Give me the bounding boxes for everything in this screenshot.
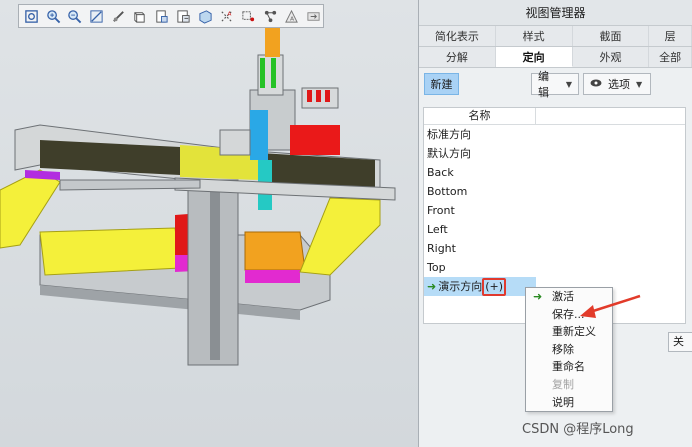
zoom-out-icon[interactable]	[65, 7, 84, 25]
model-viewport[interactable]: A A	[0, 0, 418, 447]
axis-display-icon[interactable]: A	[217, 7, 236, 25]
edit-dropdown[interactable]: 编辑 ▼	[531, 70, 579, 99]
list-item[interactable]: Bottom	[424, 182, 536, 201]
watermark: CSDN @程序Long	[522, 422, 634, 437]
list-item[interactable]: Front	[424, 201, 536, 220]
svg-text:A: A	[228, 11, 232, 17]
options-label: 选项	[608, 78, 630, 91]
list-item[interactable]: Right	[424, 239, 536, 258]
modified-marker: (+)	[482, 278, 507, 296]
chevron-down-icon: ▼	[636, 79, 643, 89]
list-item[interactable]: 默认方向	[424, 144, 536, 163]
tab-style[interactable]: 样式	[496, 26, 573, 46]
plane-display-icon[interactable]	[196, 7, 215, 25]
list-item[interactable]: 标准方向	[424, 125, 536, 144]
name-column-header[interactable]: 名称	[424, 108, 536, 124]
menu-item-remove[interactable]: 移除	[526, 341, 612, 359]
list-item[interactable]: Left	[424, 220, 536, 239]
3d-gantry-model[interactable]	[0, 0, 418, 447]
menu-item-copy: 复制	[552, 377, 574, 391]
edit-label: 编辑	[538, 70, 549, 99]
active-arrow-icon: ➜	[427, 280, 437, 293]
chevron-down-icon: ▼	[565, 79, 572, 89]
new-button[interactable]: 新建	[424, 73, 459, 95]
tabs-row-1: 简化表示 样式 截面 层	[419, 26, 692, 47]
tab-simplified-rep[interactable]: 简化表示	[419, 26, 496, 46]
zoom-in-icon[interactable]	[44, 7, 63, 25]
eye-icon	[590, 78, 602, 91]
menu-item-rename[interactable]: 重命名	[526, 358, 612, 376]
menu-item-redefine[interactable]: 重新定义	[526, 323, 612, 341]
list-item[interactable]: Top	[424, 258, 536, 277]
saved-views-icon[interactable]	[152, 7, 171, 25]
menu-item-label: 激活	[552, 290, 574, 303]
activate-arrow-icon: ➜	[533, 290, 543, 303]
display-style-icon[interactable]	[131, 7, 150, 25]
panel-title: 视图管理器	[419, 0, 692, 26]
tab-layer[interactable]: 层	[649, 26, 692, 46]
point-display-icon[interactable]	[239, 7, 258, 25]
tabs-row-2: 分解 定向 外观 全部	[419, 47, 692, 68]
list-item-selected[interactable]: ➜ 演示方向 (+)	[424, 277, 536, 296]
context-menu: ➜ 激活 保存... 重新定义 移除 重命名 复制 说明	[525, 287, 613, 412]
tab-explode[interactable]: 分解	[419, 47, 496, 67]
tab-orient[interactable]: 定向	[495, 47, 573, 67]
menu-item-activate[interactable]: ➜ 激活	[526, 288, 612, 306]
action-row: 新建 编辑 ▼ 选项 ▼	[419, 68, 692, 100]
options-dropdown[interactable]: 选项 ▼	[583, 73, 651, 95]
close-button[interactable]: 关	[668, 332, 692, 352]
selected-item-label: 演示方向	[438, 280, 483, 293]
view-manager-icon[interactable]	[174, 7, 193, 25]
tab-appearance[interactable]: 外观	[573, 47, 650, 67]
annotation-icon[interactable]: A	[283, 7, 302, 25]
list-item[interactable]: Back	[424, 163, 536, 182]
refit-icon[interactable]	[22, 7, 41, 25]
view-toolbar: A A	[18, 4, 324, 28]
tab-section[interactable]: 截面	[573, 26, 650, 46]
menu-item-description[interactable]: 说明	[526, 394, 612, 412]
list-header: 名称	[424, 108, 685, 125]
spin-center-icon[interactable]	[109, 7, 128, 25]
tab-all[interactable]: 全部	[649, 47, 692, 67]
spin-icon[interactable]	[304, 7, 323, 25]
csys-display-icon[interactable]	[261, 7, 280, 25]
repaint-icon[interactable]	[87, 7, 106, 25]
svg-text:A: A	[291, 16, 295, 22]
menu-item-save[interactable]: 保存...	[526, 306, 612, 324]
